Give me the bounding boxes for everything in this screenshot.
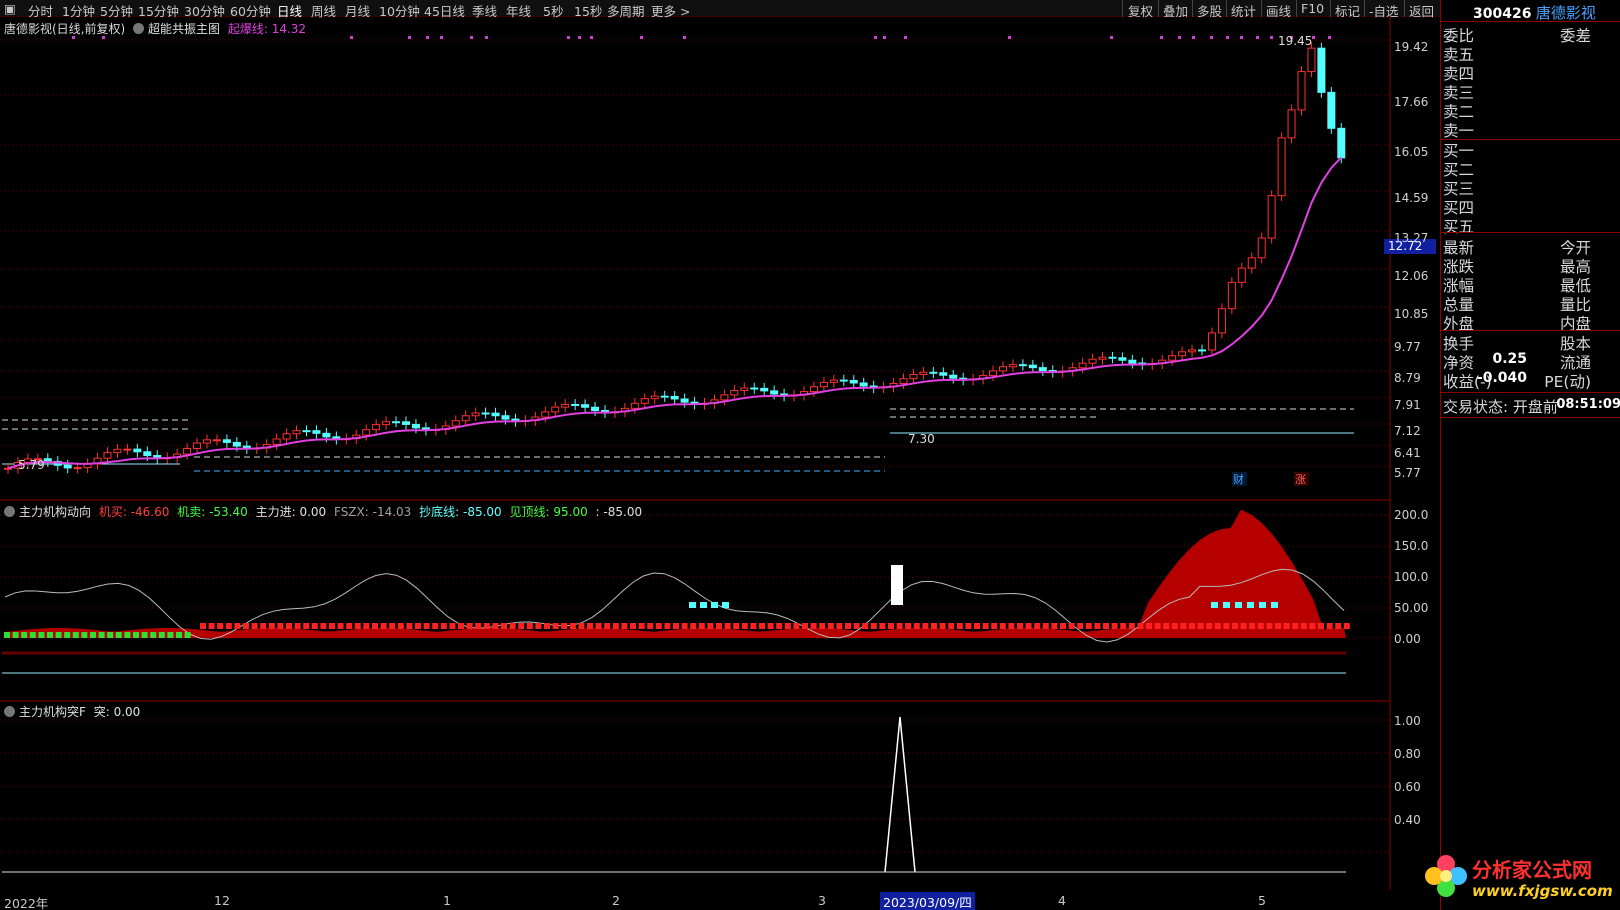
date-label: 2 bbox=[612, 893, 620, 908]
quote-row: 委比 委差 bbox=[1443, 24, 1619, 45]
stock-name: 唐德影视 bbox=[1535, 4, 1596, 22]
axis-tick-label: 0.60 bbox=[1394, 780, 1421, 794]
quote-panel: 300426 唐德影视 委比 委差 卖五 卖四 卖三 卖二 卖一 买一 买二 买三 买四 买五 最新 今开… bbox=[1440, 0, 1620, 910]
quote-row: 最新 今开 bbox=[1443, 236, 1619, 257]
sub1-val-chaodi: 抄底线: -85.00 bbox=[419, 505, 502, 519]
axis-tick-label: 13.27 bbox=[1394, 231, 1429, 245]
axis-tick-label: 0.00 bbox=[1394, 632, 1421, 646]
sub1-val-extra: : -85.00 bbox=[595, 505, 643, 519]
axis-tick-label: 19.42 bbox=[1394, 40, 1429, 54]
sub1-val-jimai2: 机卖: -53.40 bbox=[177, 505, 248, 519]
quote-row: 买三 bbox=[1443, 177, 1619, 198]
date-label: 12 bbox=[214, 893, 230, 908]
quote-row: 卖四 bbox=[1443, 62, 1619, 83]
axis-tick-label: 12.06 bbox=[1394, 269, 1429, 283]
quote-row: 买二 bbox=[1443, 158, 1619, 179]
axis-tick-label: 0.40 bbox=[1394, 813, 1421, 827]
watermark-title: 分析家公式网 bbox=[1472, 858, 1592, 882]
date-axis: 2022年 12 1 2 3 4 5 2023/03/09/四 bbox=[0, 890, 1440, 910]
axis-tick-label: 7.91 bbox=[1394, 398, 1421, 412]
indicator-toggle-icon[interactable] bbox=[133, 23, 145, 34]
sub2-value: 突: 0.00 bbox=[93, 705, 141, 719]
main-panel-header: 唐德影视(日线,前复权) 超能共振主图 起爆线: 14.32 bbox=[4, 20, 310, 37]
btn-f10[interactable]: F10 bbox=[1301, 1, 1324, 16]
sub2-grid bbox=[0, 719, 1390, 853]
quote-row: 外盘 内盘 bbox=[1443, 312, 1619, 333]
period-toolbar: ▣ 分时 1分钟 5分钟 15分钟 30分钟 60分钟 日线 周线 月线 10分… bbox=[0, 0, 1440, 19]
rise-marker[interactable]: 涨 bbox=[1295, 473, 1306, 486]
axis-tick-label: 0.80 bbox=[1394, 747, 1421, 761]
axis-tick-label: 8.79 bbox=[1394, 371, 1421, 385]
axis-tick-label: 50.00 bbox=[1394, 601, 1429, 615]
quote-row: 卖一 bbox=[1443, 119, 1619, 140]
indicator-name[interactable]: 超能共振主图 bbox=[148, 22, 220, 36]
sub1-val-zhuli: 主力进: 0.00 bbox=[255, 505, 327, 519]
date-label: 2022年 bbox=[4, 896, 49, 910]
main-title: 唐德影视(日线,前复权) bbox=[4, 22, 126, 36]
sub1-header: 主力机构动向 机买: -46.60 机卖: -53.40 主力进: 0.00 F… bbox=[4, 503, 646, 520]
finance-marker[interactable]: 财 bbox=[1233, 472, 1244, 486]
stock-chart-app: ▣ 分时 1分钟 5分钟 15分钟 30分钟 60分钟 日线 周线 月线 10分… bbox=[0, 0, 1620, 910]
flower-logo-icon bbox=[1425, 855, 1467, 897]
date-label: 5 bbox=[1258, 893, 1266, 908]
quote-row: 换手 股本 bbox=[1443, 332, 1619, 353]
trade-status-label: 交易状态: 开盘前 bbox=[1443, 398, 1558, 416]
quote-row: 卖五 bbox=[1443, 43, 1619, 64]
quote-row: 卖三 bbox=[1443, 81, 1619, 102]
date-label: 1 bbox=[443, 893, 451, 908]
quote-row-label-right: PE(动) bbox=[1544, 373, 1591, 391]
sub1-val-jimai: 机买: -46.60 bbox=[98, 505, 170, 519]
sub2-toggle-icon[interactable] bbox=[4, 706, 15, 717]
sub1-val-fszx: FSZX: -14.03 bbox=[334, 505, 412, 519]
date-highlight: 2023/03/09/四 bbox=[880, 892, 975, 910]
indicator-label: 起爆线: 14.32 bbox=[227, 22, 307, 36]
axis-tick-label: 1.00 bbox=[1394, 714, 1421, 728]
stock-code: 300426 bbox=[1473, 6, 1532, 22]
high-label: 19.45 bbox=[1278, 34, 1312, 48]
sub2-header: 主力机构突F 突: 0.00 bbox=[4, 703, 144, 720]
axis-tick-label: 100.0 bbox=[1394, 570, 1429, 584]
sub1-title[interactable]: 主力机构动向 bbox=[19, 505, 91, 519]
axis-tick-label: 10.85 bbox=[1394, 307, 1429, 321]
quote-row: 总量 量比 bbox=[1443, 293, 1619, 314]
axis-tick-label: 6.41 bbox=[1394, 446, 1421, 460]
axis-tick-label: 14.59 bbox=[1394, 191, 1429, 205]
sub1-val-jianding: 见顶线: 95.00 bbox=[509, 505, 588, 519]
ma-line bbox=[7, 156, 1343, 470]
sub2-title[interactable]: 主力机构突F bbox=[19, 705, 86, 719]
sub1-toggle-icon[interactable] bbox=[4, 506, 15, 517]
quote-row: 买四 bbox=[1443, 196, 1619, 217]
watermark: 分析家公式网 www.fxjgsw.com bbox=[1420, 850, 1620, 908]
axis-tick-label: 9.77 bbox=[1394, 340, 1421, 354]
quote-row: 收益(-) -0.040 PE(动) bbox=[1443, 370, 1619, 391]
trade-status: 交易状态: 开盘前 08:51:09 bbox=[1443, 396, 1620, 417]
quote-row-value: 0.25 bbox=[1492, 351, 1527, 367]
quote-row: 卖二 bbox=[1443, 100, 1619, 121]
axis-tick-label: 17.66 bbox=[1394, 95, 1429, 109]
chart-canvas[interactable]: 19.45 5.79 7.30 财 涨 bbox=[0, 17, 1440, 907]
quote-row: 涨幅 最低 bbox=[1443, 274, 1619, 295]
sub1-white-bar bbox=[891, 565, 903, 605]
quote-row-label: 卖一 bbox=[1443, 122, 1475, 140]
sub1-red-area bbox=[5, 509, 1346, 638]
date-label: 4 bbox=[1058, 893, 1066, 908]
quote-row: 涨跌 最高 bbox=[1443, 255, 1619, 276]
axis-tick-label: 5.77 bbox=[1394, 466, 1421, 480]
axis-tick-label: 150.0 bbox=[1394, 539, 1429, 553]
stock-header: 300426 唐德影视 bbox=[1473, 2, 1596, 23]
low-label: 5.79 bbox=[18, 458, 45, 472]
quote-row-value: -0.040 bbox=[1476, 370, 1527, 386]
mid-label: 7.30 bbox=[908, 432, 935, 446]
date-label: 3 bbox=[818, 893, 826, 908]
axis-tick-label: 200.0 bbox=[1394, 508, 1429, 522]
axis-tick-label: 7.12 bbox=[1394, 424, 1421, 438]
axis-tick-label: 16.05 bbox=[1394, 145, 1429, 159]
quote-row-label: 买五 bbox=[1443, 218, 1475, 236]
quote-row: 净资 0.25 流通 bbox=[1443, 351, 1619, 372]
quote-row: 买一 bbox=[1443, 139, 1619, 160]
watermark-url: www.fxjgsw.com bbox=[1472, 882, 1613, 900]
toolbar-menu-icon[interactable]: ▣ bbox=[4, 1, 16, 16]
sub2-spike bbox=[884, 716, 916, 873]
trade-status-time: 08:51:09 bbox=[1556, 397, 1620, 412]
